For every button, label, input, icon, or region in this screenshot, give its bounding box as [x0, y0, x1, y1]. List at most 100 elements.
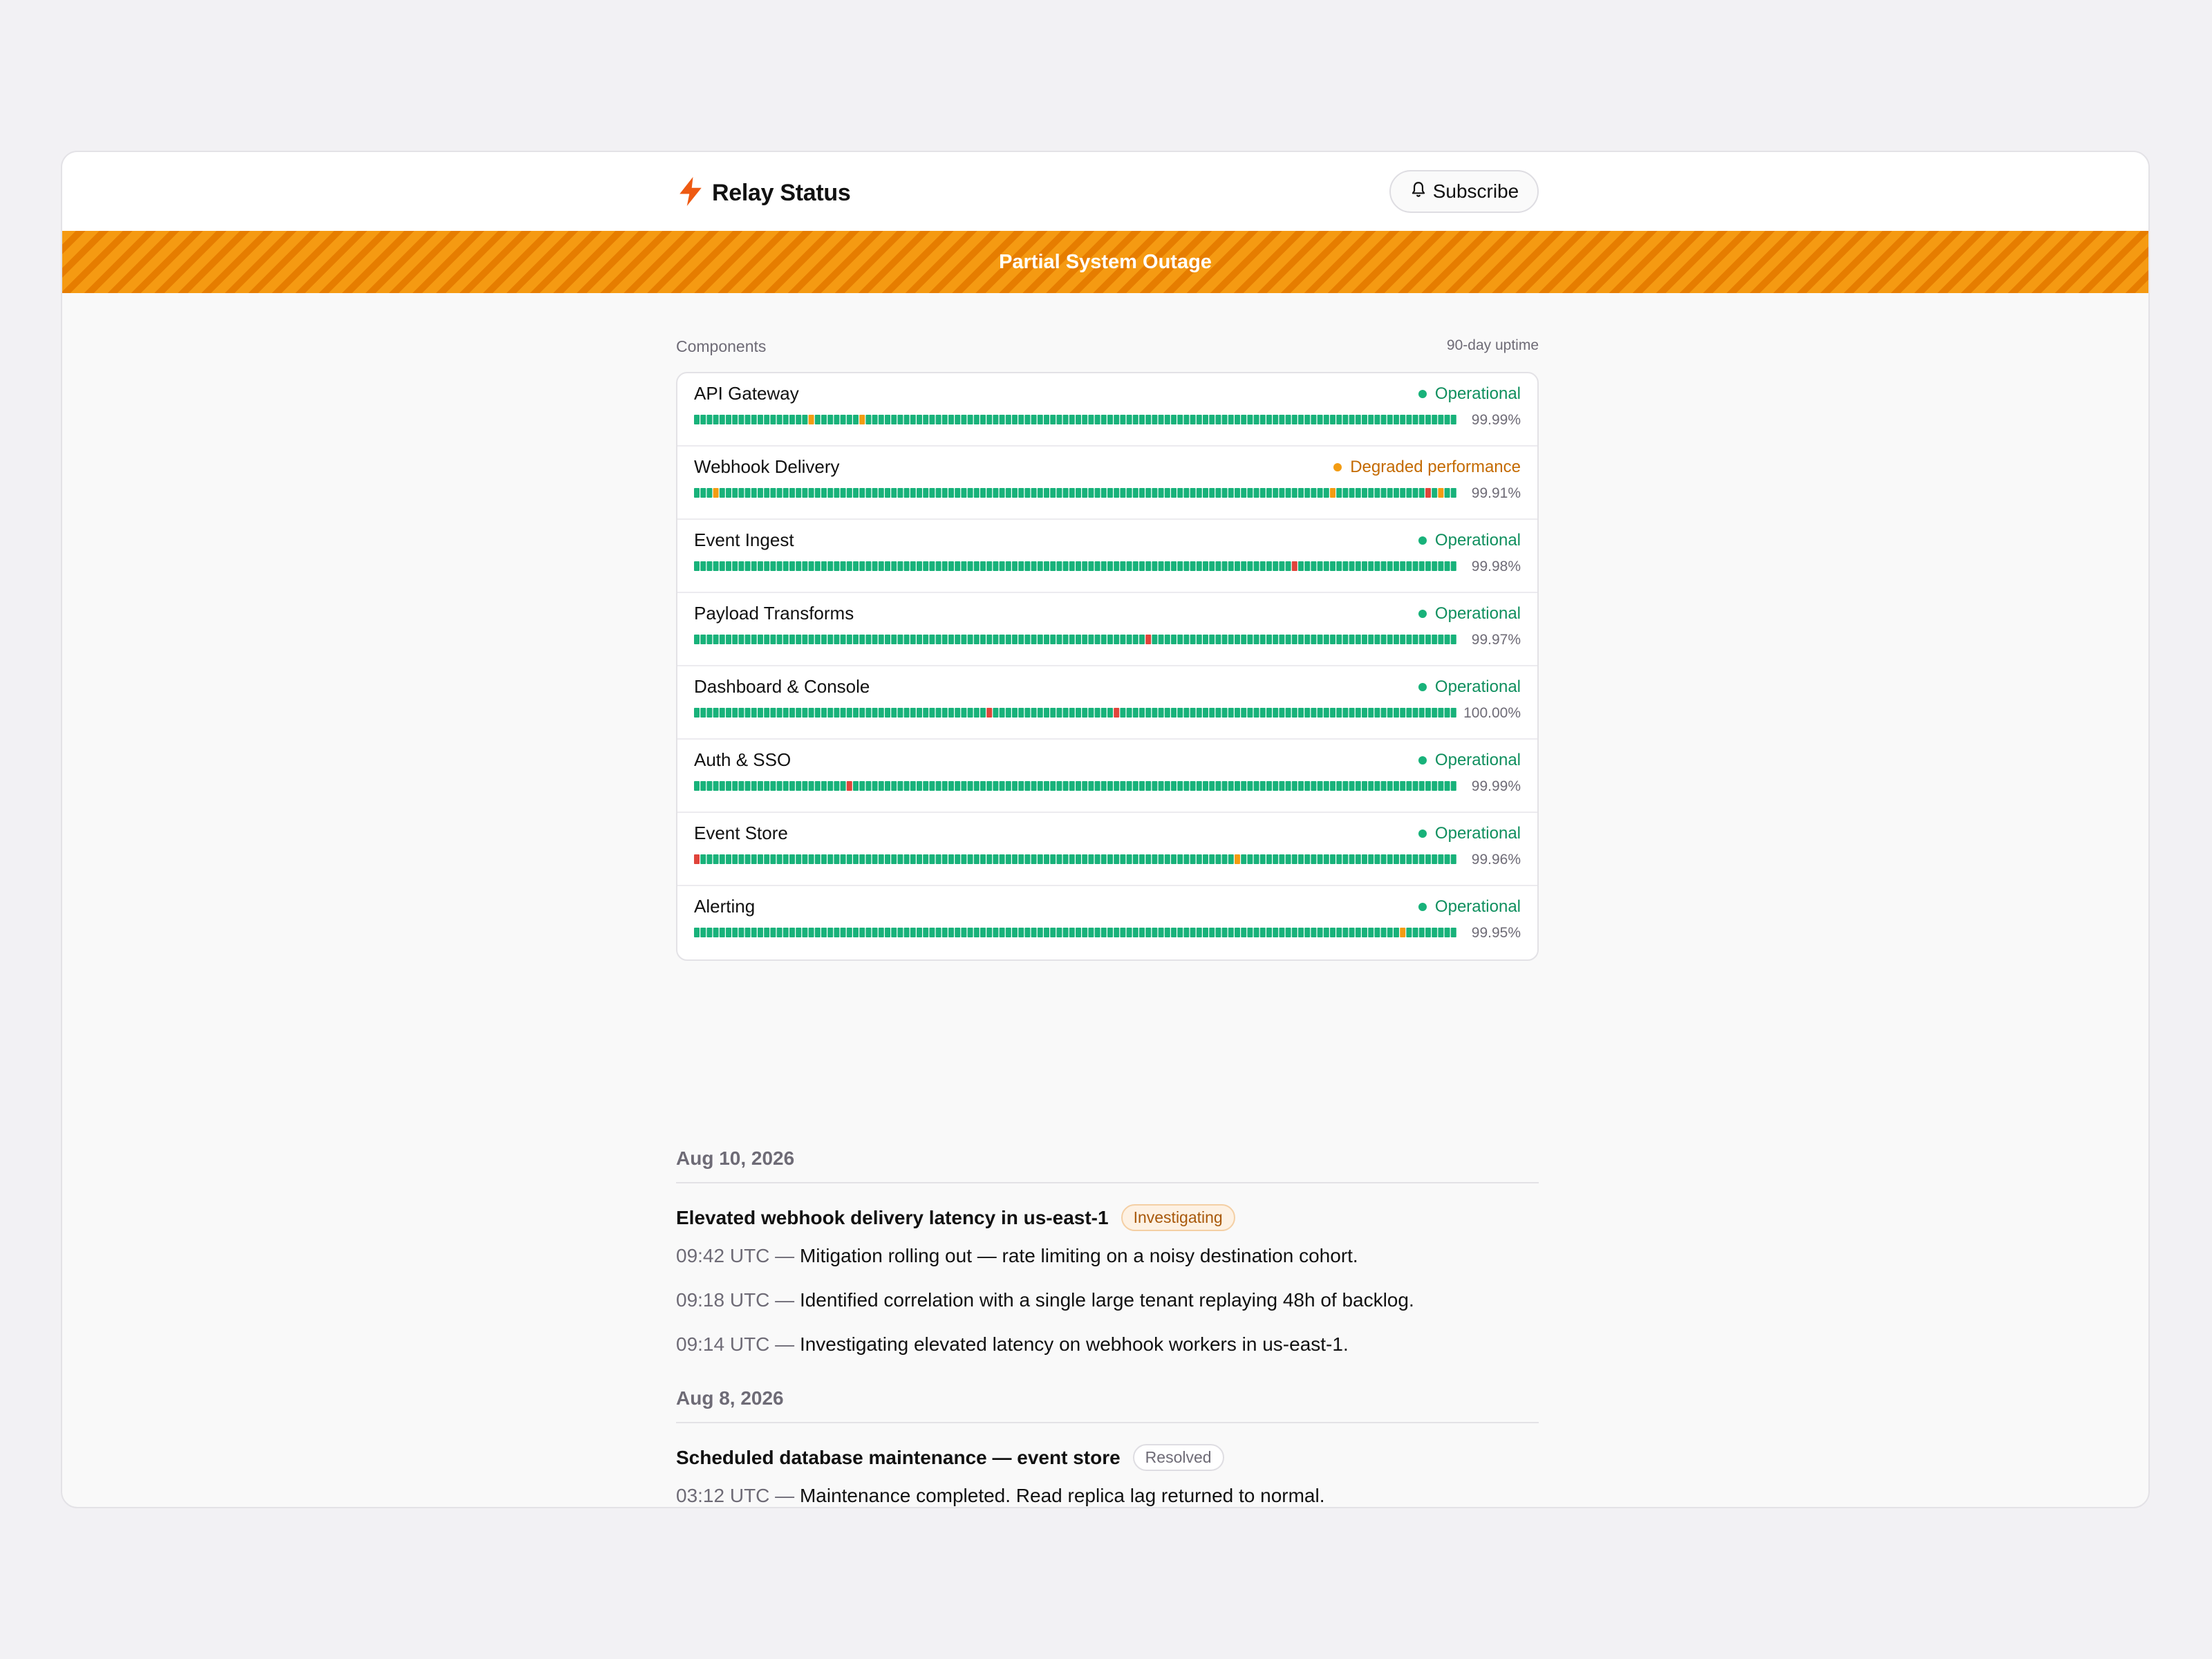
uptime-day-operational[interactable] — [967, 708, 973, 718]
uptime-day-operational[interactable] — [751, 488, 757, 498]
uptime-day-operational[interactable] — [1311, 781, 1317, 791]
uptime-day-operational[interactable] — [1203, 561, 1208, 571]
uptime-day-outage[interactable] — [846, 781, 852, 791]
uptime-day-operational[interactable] — [1394, 708, 1399, 718]
uptime-day-operational[interactable] — [955, 635, 961, 644]
uptime-day-operational[interactable] — [891, 488, 897, 498]
uptime-day-operational[interactable] — [1444, 928, 1450, 937]
uptime-day-operational[interactable] — [1450, 781, 1456, 791]
uptime-day-operational[interactable] — [1215, 928, 1221, 937]
uptime-day-operational[interactable] — [1037, 488, 1043, 498]
uptime-day-operational[interactable] — [1380, 561, 1387, 571]
uptime-day-outage[interactable] — [1145, 635, 1152, 644]
uptime-day-operational[interactable] — [1336, 561, 1342, 571]
uptime-day-operational[interactable] — [1044, 928, 1049, 937]
uptime-day-operational[interactable] — [1291, 928, 1297, 937]
uptime-day-operational[interactable] — [1387, 415, 1393, 424]
uptime-day-operational[interactable] — [776, 561, 782, 571]
uptime-day-operational[interactable] — [1418, 635, 1425, 644]
uptime-day-operational[interactable] — [1418, 781, 1425, 791]
uptime-day-operational[interactable] — [1349, 781, 1355, 791]
uptime-day-operational[interactable] — [1107, 928, 1113, 937]
uptime-day-operational[interactable] — [1259, 415, 1266, 424]
uptime-day-operational[interactable] — [1228, 561, 1234, 571]
uptime-day-operational[interactable] — [706, 488, 713, 498]
uptime-day-operational[interactable] — [923, 854, 929, 864]
uptime-day-operational[interactable] — [1412, 781, 1418, 791]
uptime-day-operational[interactable] — [732, 561, 738, 571]
uptime-day-operational[interactable] — [1120, 415, 1126, 424]
uptime-day-operational[interactable] — [1323, 561, 1329, 571]
uptime-day-operational[interactable] — [821, 561, 827, 571]
uptime-day-operational[interactable] — [1164, 635, 1170, 644]
uptime-day-operational[interactable] — [935, 781, 941, 791]
uptime-day-operational[interactable] — [1298, 561, 1304, 571]
uptime-day-operational[interactable] — [700, 854, 706, 864]
uptime-day-operational[interactable] — [865, 488, 872, 498]
uptime-day-operational[interactable] — [923, 635, 929, 644]
uptime-day-operational[interactable] — [917, 708, 922, 718]
uptime-day-operational[interactable] — [1380, 635, 1387, 644]
uptime-day-operational[interactable] — [986, 781, 993, 791]
uptime-day-operational[interactable] — [1387, 854, 1393, 864]
uptime-day-operational[interactable] — [827, 488, 834, 498]
uptime-day-operational[interactable] — [961, 708, 967, 718]
uptime-day-operational[interactable] — [834, 488, 840, 498]
uptime-day-operational[interactable] — [1100, 635, 1107, 644]
uptime-day-operational[interactable] — [758, 561, 763, 571]
uptime-day-operational[interactable] — [1196, 561, 1202, 571]
uptime-day-operational[interactable] — [1311, 928, 1317, 937]
uptime-day-operational[interactable] — [821, 488, 827, 498]
uptime-day-operational[interactable] — [770, 781, 776, 791]
uptime-day-operational[interactable] — [1298, 928, 1304, 937]
uptime-day-operational[interactable] — [846, 708, 852, 718]
uptime-day-operational[interactable] — [1374, 561, 1380, 571]
uptime-day-operational[interactable] — [834, 781, 840, 791]
uptime-day-operational[interactable] — [1196, 928, 1202, 937]
uptime-day-operational[interactable] — [1279, 561, 1285, 571]
uptime-day-operational[interactable] — [802, 854, 808, 864]
uptime-day-operational[interactable] — [751, 854, 757, 864]
uptime-day-operational[interactable] — [1241, 781, 1247, 791]
uptime-day-operational[interactable] — [1355, 708, 1361, 718]
uptime-day-operational[interactable] — [738, 488, 744, 498]
uptime-day-operational[interactable] — [1100, 854, 1107, 864]
uptime-day-operational[interactable] — [764, 561, 770, 571]
uptime-day-operational[interactable] — [846, 854, 852, 864]
uptime-day-operational[interactable] — [1069, 781, 1075, 791]
uptime-day-operational[interactable] — [1387, 561, 1393, 571]
uptime-day-operational[interactable] — [1438, 854, 1444, 864]
uptime-day-operational[interactable] — [1400, 781, 1406, 791]
uptime-day-operational[interactable] — [1259, 708, 1266, 718]
uptime-day-operational[interactable] — [1387, 781, 1393, 791]
uptime-day-operational[interactable] — [1088, 635, 1094, 644]
uptime-day-operational[interactable] — [973, 635, 980, 644]
uptime-day-operational[interactable] — [1235, 635, 1240, 644]
uptime-day-operational[interactable] — [1037, 928, 1043, 937]
uptime-day-operational[interactable] — [1082, 635, 1088, 644]
uptime-day-operational[interactable] — [1368, 415, 1374, 424]
uptime-day-operational[interactable] — [923, 708, 929, 718]
uptime-day-operational[interactable] — [1031, 781, 1037, 791]
uptime-day-operational[interactable] — [1158, 635, 1164, 644]
uptime-day-operational[interactable] — [1177, 635, 1183, 644]
uptime-day-operational[interactable] — [726, 781, 731, 791]
uptime-day-operational[interactable] — [764, 488, 770, 498]
uptime-day-operational[interactable] — [744, 488, 751, 498]
uptime-day-operational[interactable] — [897, 561, 903, 571]
uptime-day-operational[interactable] — [1094, 635, 1100, 644]
uptime-day-degraded[interactable] — [1330, 488, 1335, 498]
uptime-day-operational[interactable] — [903, 561, 910, 571]
uptime-day-operational[interactable] — [694, 928, 700, 937]
uptime-day-outage[interactable] — [986, 708, 993, 718]
uptime-day-operational[interactable] — [1228, 708, 1234, 718]
uptime-day-operational[interactable] — [1120, 928, 1126, 937]
uptime-day-operational[interactable] — [751, 928, 757, 937]
uptime-day-operational[interactable] — [1362, 928, 1367, 937]
uptime-day-operational[interactable] — [846, 415, 852, 424]
uptime-day-operational[interactable] — [853, 635, 859, 644]
uptime-day-operational[interactable] — [1044, 781, 1049, 791]
uptime-day-operational[interactable] — [910, 415, 916, 424]
uptime-day-operational[interactable] — [1132, 854, 1138, 864]
uptime-day-operational[interactable] — [1450, 854, 1456, 864]
